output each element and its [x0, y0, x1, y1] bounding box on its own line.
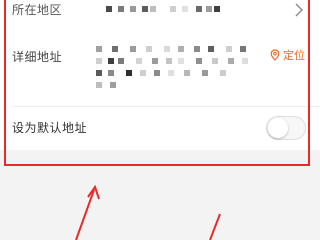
address-form-card: 所在地区 详细地址 定位 设为默认地址: [0, 0, 320, 150]
chevron-right-icon: [295, 3, 303, 17]
locate-button[interactable]: 定位: [270, 47, 305, 63]
detail-address-value-redacted: [96, 46, 248, 88]
locate-label: 定位: [283, 49, 305, 62]
arrow-line-icon: [209, 213, 221, 240]
default-address-label: 设为默认地址: [12, 121, 88, 135]
region-row[interactable]: 所在地区: [0, 0, 320, 22]
detail-address-row[interactable]: 详细地址 定位: [0, 32, 320, 102]
default-address-toggle[interactable]: [266, 116, 306, 140]
region-value-redacted: [106, 6, 220, 12]
arrow-up-icon: [75, 184, 100, 240]
toggle-knob: [268, 118, 288, 138]
location-pin-icon: [270, 49, 280, 61]
address-edit-screen: 所在地区 详细地址 定位 设为默认地址: [0, 0, 320, 240]
divider: [12, 106, 320, 107]
